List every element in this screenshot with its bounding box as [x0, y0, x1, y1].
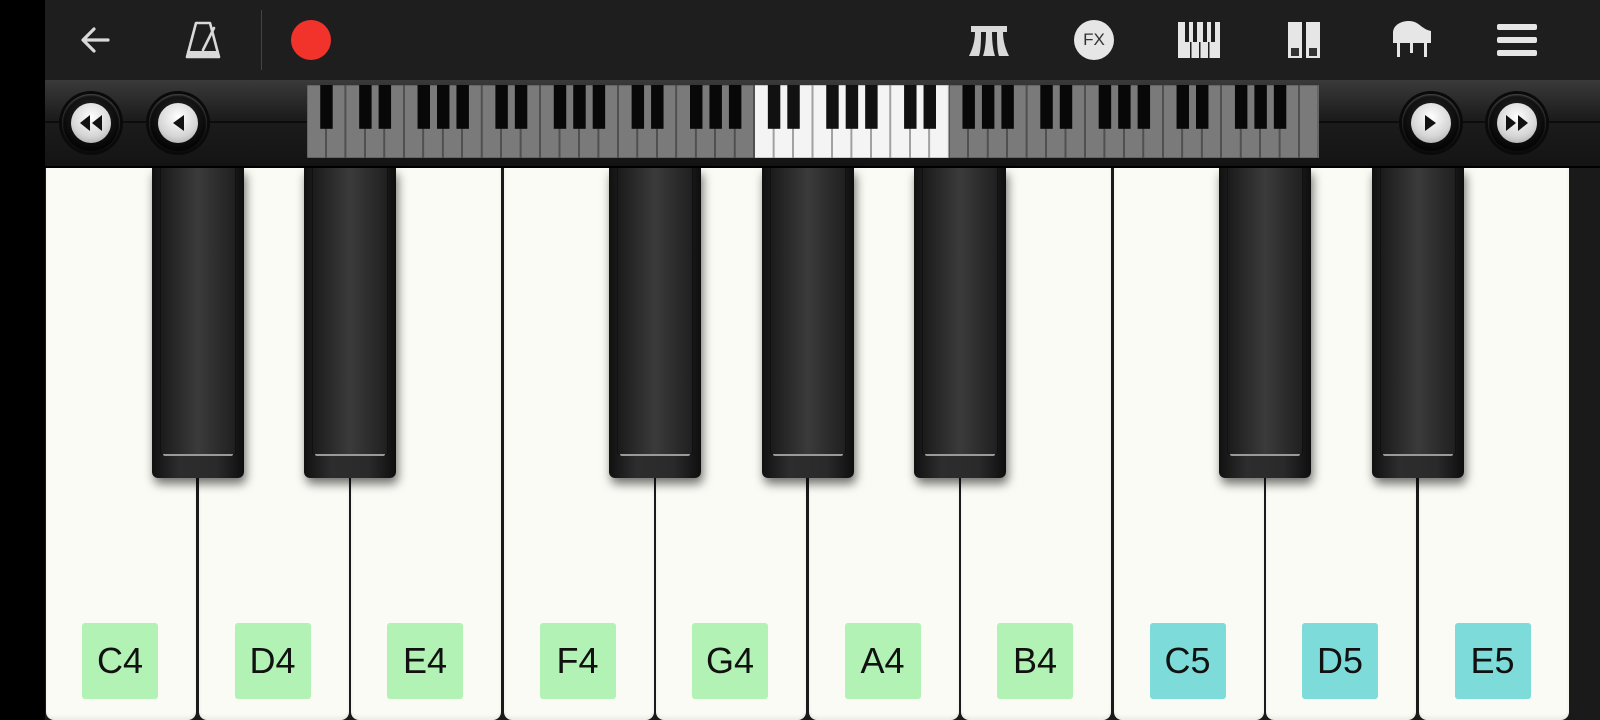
piano-app: FX C4 D4 E4 F4 G4 A4 B4 C5 D5 E5 — [45, 0, 1600, 720]
mini-dim-left — [307, 85, 755, 158]
black-key-c-sharp-5[interactable] — [1219, 168, 1311, 478]
scroll-right-fast-button[interactable] — [1488, 94, 1546, 152]
mini-black-key — [923, 85, 936, 129]
grand-piano-icon[interactable] — [1388, 16, 1436, 64]
mini-black-key — [787, 85, 800, 129]
top-toolbar: FX — [45, 0, 1600, 80]
mini-black-key — [767, 85, 781, 129]
black-key-d-sharp-4[interactable] — [304, 168, 396, 478]
note-label: C5 — [1149, 623, 1226, 699]
note-label: B4 — [997, 623, 1073, 699]
metronome-icon[interactable] — [179, 16, 227, 64]
black-key-f-sharp-4[interactable] — [609, 168, 701, 478]
black-key-a-sharp-4[interactable] — [914, 168, 1006, 478]
note-label: D4 — [234, 623, 311, 699]
piano-keyboard: C4 D4 E4 F4 G4 A4 B4 C5 D5 E5 — [45, 168, 1600, 720]
scroll-right-button[interactable] — [1402, 94, 1460, 152]
note-label: D5 — [1302, 623, 1378, 699]
mini-black-key — [845, 85, 859, 129]
keyboard-navigator — [45, 80, 1600, 168]
record-icon — [291, 20, 331, 60]
record-button[interactable] — [287, 16, 335, 64]
left-arrow-icon — [158, 103, 198, 143]
back-arrow-icon[interactable] — [71, 16, 119, 64]
fx-icon[interactable]: FX — [1070, 16, 1118, 64]
double-left-arrow-icon — [71, 103, 111, 143]
mini-dim-right — [949, 85, 1319, 158]
black-key-g-sharp-4[interactable] — [761, 168, 854, 478]
pedal-sustain-icon[interactable] — [965, 16, 1013, 64]
double-right-arrow-icon — [1497, 103, 1537, 143]
mini-black-key — [826, 85, 839, 129]
note-label: E5 — [1454, 623, 1531, 699]
note-label: C4 — [82, 623, 158, 699]
black-key-c-sharp-4[interactable] — [151, 168, 244, 478]
scroll-left-button[interactable] — [149, 94, 207, 152]
keyboard-layout-icon[interactable] — [1175, 16, 1223, 64]
toolbar-divider — [261, 10, 262, 70]
mini-black-key — [904, 85, 917, 129]
note-label: G4 — [692, 623, 768, 699]
note-label: E4 — [387, 623, 463, 699]
fx-label: FX — [1083, 30, 1105, 49]
right-arrow-icon — [1411, 103, 1451, 143]
note-label: A4 — [844, 623, 921, 699]
note-label: F4 — [539, 623, 616, 699]
keyboard-overview-slider[interactable] — [307, 85, 1319, 158]
mini-black-key — [865, 85, 878, 129]
dual-keyboard-icon[interactable] — [1280, 16, 1328, 64]
menu-icon[interactable] — [1493, 16, 1541, 64]
black-key-d-sharp-5[interactable] — [1371, 168, 1464, 478]
scroll-left-fast-button[interactable] — [62, 94, 120, 152]
